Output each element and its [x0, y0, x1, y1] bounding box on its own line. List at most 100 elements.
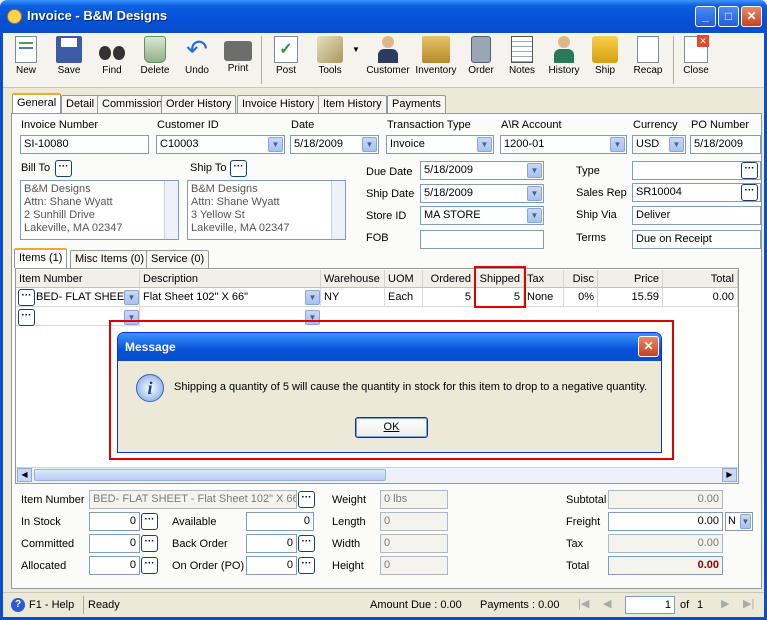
col-header-item-number[interactable]: Item Number [16, 270, 140, 288]
grid-scroll-left-button[interactable]: ◀ [17, 468, 32, 482]
ship-button[interactable]: Ship [587, 33, 623, 88]
new-row-lookup-button[interactable]: ··· [18, 309, 35, 326]
post-button[interactable]: ✓ Post [267, 33, 305, 88]
tab-general[interactable]: General [12, 93, 62, 113]
date-field[interactable]: 5/18/2009 ▼ [290, 135, 379, 154]
notes-button[interactable]: Notes [503, 33, 541, 88]
table-row-uom[interactable]: Each [385, 288, 423, 307]
title-bar[interactable]: Invoice - B&M Designs _ □ ✕ [0, 0, 767, 33]
table-row-description[interactable]: Flat Sheet 102" X 66" [140, 288, 321, 307]
po-number-field[interactable]: 5/18/2009 [690, 135, 761, 154]
new-button[interactable]: New [7, 33, 45, 88]
type-lookup-button[interactable]: ··· [741, 162, 758, 179]
col-header-uom[interactable]: UOM [385, 270, 423, 288]
grid-scroll-thumb[interactable] [34, 469, 386, 481]
delete-button[interactable]: Delete [135, 33, 175, 88]
table-row-ordered[interactable]: 5 [423, 288, 475, 307]
chevron-down-icon[interactable]: ▼ [610, 137, 625, 152]
table-row-disc[interactable]: 0% [564, 288, 598, 307]
col-header-description[interactable]: Description [140, 270, 321, 288]
store-id-select[interactable]: MA STORE ▼ [420, 206, 544, 225]
chevron-down-icon[interactable]: ▼ [527, 163, 542, 178]
first-page-button[interactable]: |◀ [578, 597, 589, 610]
tab-service[interactable]: Service (0) [146, 250, 210, 268]
next-page-button[interactable]: ▶ [721, 597, 729, 610]
bill-to-address[interactable]: B&M Designs Attn: Shane Wyatt 2 Sunhill … [20, 180, 179, 240]
customer-id-field[interactable]: C10003 ▼ [156, 135, 285, 154]
currency-select[interactable]: USD ▼ [632, 135, 686, 154]
tab-items[interactable]: Items (1) [14, 248, 68, 268]
chevron-down-icon[interactable]: ▼ [362, 137, 377, 152]
table-row-warehouse[interactable]: NY [321, 288, 385, 307]
last-page-button[interactable]: ▶| [743, 597, 754, 610]
close-button[interactable]: ✕ Close [677, 33, 715, 88]
ok-button[interactable]: OK [355, 417, 428, 438]
find-button[interactable]: Find [93, 33, 131, 88]
page-number-input[interactable]: 1 [625, 596, 675, 614]
ar-account-select[interactable]: 1200-01 ▼ [500, 135, 627, 154]
chevron-down-icon[interactable]: ▼ [305, 290, 320, 305]
order-button[interactable]: Order [463, 33, 499, 88]
ship-date-field[interactable]: 5/18/2009 ▼ [420, 184, 544, 203]
chevron-down-icon[interactable]: ▼ [527, 208, 542, 223]
freight-flag-select[interactable]: N ▼ [725, 512, 753, 531]
col-header-warehouse[interactable]: Warehouse [321, 270, 385, 288]
save-button[interactable]: Save [49, 33, 89, 88]
bill-to-lookup-button[interactable]: ··· [55, 160, 72, 177]
print-button[interactable]: Print [219, 33, 257, 88]
tab-item-history[interactable]: Item History [318, 95, 387, 113]
ship-via-field[interactable]: Deliver [632, 206, 761, 225]
grid-scroll-right-button[interactable]: ▶ [722, 468, 737, 482]
on-order-lookup-button[interactable]: ··· [298, 557, 315, 574]
col-header-ordered[interactable]: Ordered [423, 270, 475, 288]
fob-field[interactable] [420, 230, 544, 249]
tab-misc-items[interactable]: Misc Items (0) [70, 250, 150, 268]
table-row-tax[interactable]: None [524, 288, 564, 307]
bill-to-scrollbar[interactable] [164, 181, 178, 239]
tools-button[interactable]: Tools [309, 33, 351, 88]
help-icon[interactable]: ? [11, 598, 25, 612]
item-lookup-button[interactable]: ··· [18, 289, 35, 306]
close-window-button[interactable]: ✕ [741, 6, 762, 27]
in-stock-lookup-button[interactable]: ··· [141, 513, 158, 530]
tab-order-history[interactable]: Order History [161, 95, 237, 113]
col-header-total[interactable]: Total [663, 270, 738, 288]
maximize-button[interactable]: □ [718, 6, 739, 27]
tools-dropdown-arrow-icon[interactable]: ▼ [352, 45, 360, 54]
table-row-total[interactable]: 0.00 [663, 288, 738, 307]
tab-commission[interactable]: Commission [97, 95, 168, 113]
allocated-lookup-button[interactable]: ··· [141, 557, 158, 574]
prev-page-button[interactable]: ◀ [603, 597, 611, 610]
due-date-field[interactable]: 5/18/2009 ▼ [420, 161, 544, 180]
chevron-down-icon[interactable]: ▼ [268, 137, 283, 152]
tab-invoice-history[interactable]: Invoice History [237, 95, 320, 113]
terms-field[interactable]: Due on Receipt [632, 230, 761, 249]
freight-field[interactable]: 0.00 [608, 512, 723, 531]
chevron-down-icon[interactable]: ▼ [669, 137, 684, 152]
table-row-price[interactable]: 15.59 [598, 288, 663, 307]
transaction-type-select[interactable]: Invoice ▼ [386, 135, 494, 154]
dialog-close-button[interactable]: ✕ [638, 336, 659, 357]
chevron-down-icon[interactable]: ▼ [124, 290, 139, 305]
ship-to-address[interactable]: B&M Designs Attn: Shane Wyatt 3 Yellow S… [187, 180, 346, 240]
tab-detail[interactable]: Detail [61, 95, 100, 113]
dialog-title-bar[interactable]: Message ✕ [118, 333, 661, 361]
chevron-down-icon[interactable]: ▼ [740, 514, 751, 529]
recap-button[interactable]: Recap [629, 33, 667, 88]
item-number-lookup-button[interactable]: ··· [298, 491, 315, 508]
customer-button[interactable]: Customer [365, 33, 411, 88]
sales-rep-lookup-button[interactable]: ··· [741, 184, 758, 201]
minimize-button[interactable]: _ [695, 6, 716, 27]
ship-to-scrollbar[interactable] [331, 181, 345, 239]
col-header-tax[interactable]: Tax [524, 270, 564, 288]
tab-payments[interactable]: Payments [387, 95, 446, 113]
help-text[interactable]: F1 - Help [29, 599, 74, 611]
ship-to-lookup-button[interactable]: ··· [230, 160, 247, 177]
invoice-number-field[interactable]: SI-10080 [20, 135, 149, 154]
back-order-lookup-button[interactable]: ··· [298, 535, 315, 552]
chevron-down-icon[interactable]: ▼ [477, 137, 492, 152]
col-header-price[interactable]: Price [598, 270, 663, 288]
history-button[interactable]: History [543, 33, 585, 88]
committed-lookup-button[interactable]: ··· [141, 535, 158, 552]
undo-button[interactable]: ↶ Undo [179, 33, 215, 88]
